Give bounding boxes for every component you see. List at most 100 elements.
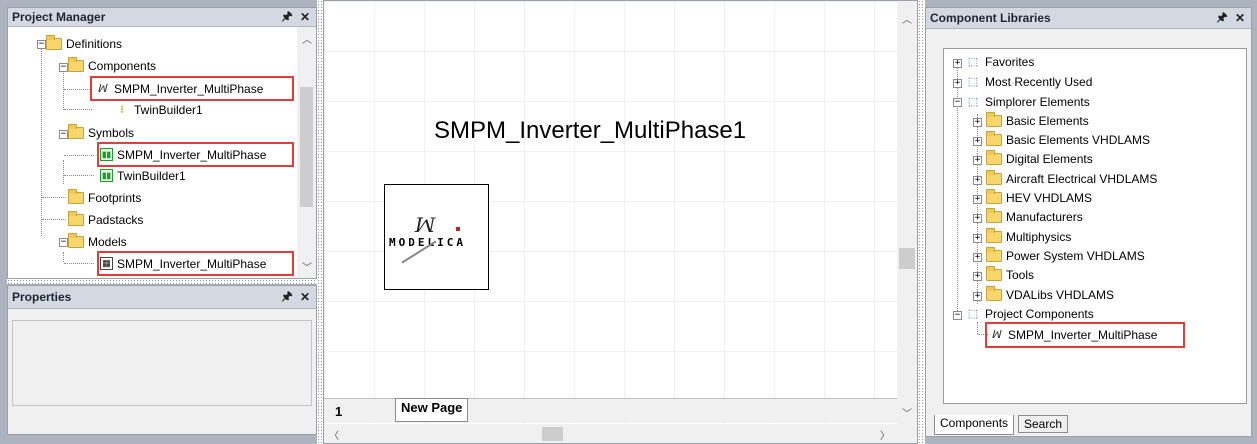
splitter[interactable] (7, 279, 317, 284)
library-item-simplorer[interactable]: ⬚ Simplorer Elements (965, 92, 1090, 111)
library-item-multiphysics[interactable]: Multiphysics (986, 227, 1071, 246)
pin-icon[interactable]: 🖈︎ (1215, 8, 1229, 29)
component-libraries-titlebar: Component Libraries 🖈︎ ✕ (926, 8, 1251, 29)
project-manager-panel: Project Manager 🖈︎ ✕ − Definitions − Com… (7, 7, 317, 279)
expand-favorites-toggle[interactable]: + (953, 59, 962, 68)
properties-panel: Properties 🖈︎ ✕ (7, 285, 317, 435)
close-icon[interactable]: ✕ (1233, 11, 1247, 25)
project-manager-titlebar: Project Manager 🖈︎ ✕ (8, 8, 316, 27)
folder-icon (986, 285, 1002, 301)
collapse-models-toggle[interactable]: − (59, 238, 68, 247)
page-number: 1 (335, 404, 343, 419)
splitter[interactable] (918, 0, 925, 444)
scroll-thumb[interactable] (300, 87, 313, 207)
tree-item-label: Models (88, 234, 127, 249)
scroll-right-icon[interactable]: 〉 (877, 427, 893, 442)
library-item-tools[interactable]: Tools (986, 265, 1034, 284)
tab-components[interactable]: Components (934, 415, 1015, 435)
library-item-basic[interactable]: Basic Elements (986, 111, 1089, 130)
canvas-vertical-scrollbar[interactable]: ︿ ﹀ (897, 1, 917, 425)
scroll-left-icon[interactable]: 〈 (326, 427, 342, 442)
highlight-box (97, 251, 294, 276)
pin-icon[interactable]: 🖈︎ (280, 287, 294, 308)
library-item-manufacturers[interactable]: Manufacturers (986, 207, 1083, 226)
scroll-thumb[interactable] (542, 427, 563, 441)
highlight-box (90, 76, 294, 101)
properties-content (12, 320, 312, 406)
expand-vdalibs-toggle[interactable]: + (973, 292, 982, 301)
folder-icon (986, 130, 1002, 146)
collapse-definitions-toggle[interactable]: − (37, 40, 46, 49)
tree-item-symbol-twinbuilder[interactable]: ▮▮ TwinBuilder1 (100, 166, 186, 185)
scroll-down-icon[interactable]: ﹀ (299, 259, 315, 274)
tree-item-symbols[interactable]: Symbols (68, 123, 134, 142)
collapse-components-toggle[interactable]: − (59, 63, 68, 72)
tree-item-label: Power System VHDLAMS (1006, 248, 1145, 263)
collapse-symbols-toggle[interactable]: − (59, 130, 68, 139)
vertical-scrollbar[interactable]: ︿ ﹀ (297, 27, 316, 278)
schematic-canvas[interactable]: SMPM_Inverter_MultiPhase1 ꟽ MODELICA ︿ ﹀… (323, 0, 918, 444)
properties-titlebar: Properties 🖈︎ ✕ (8, 286, 316, 309)
expand-recent-toggle[interactable]: + (953, 79, 962, 88)
folder-icon (986, 169, 1002, 185)
tree-item-footprints[interactable]: Footprints (68, 188, 141, 207)
tree-item-components[interactable]: Components (68, 56, 156, 75)
tree-item-label: Most Recently Used (985, 74, 1093, 89)
new-page-tab[interactable]: New Page (395, 398, 469, 422)
canvas-horizontal-scrollbar[interactable]: 〈 〉 (324, 424, 917, 443)
close-icon[interactable]: ✕ (298, 290, 312, 304)
tab-search[interactable]: Search (1018, 415, 1069, 433)
library-item-recent[interactable]: ⬚ Most Recently Used (965, 72, 1093, 91)
scroll-up-icon[interactable]: ︿ (899, 11, 915, 26)
collapse-project-components-toggle[interactable]: − (953, 311, 962, 320)
tree-item-padstacks[interactable]: Padstacks (68, 210, 143, 229)
folder-icon (986, 265, 1002, 281)
expand-basic-vhdl-toggle[interactable]: + (973, 137, 982, 146)
tree-item-label: Project Components (985, 306, 1094, 321)
scroll-down-icon[interactable]: ﹀ (899, 405, 915, 420)
tree-item-label: Simplorer Elements (985, 94, 1090, 109)
modelica-block[interactable]: ꟽ MODELICA (384, 184, 489, 290)
scroll-thumb[interactable] (899, 248, 915, 269)
tree-item-label: Favorites (985, 54, 1035, 69)
expand-power-toggle[interactable]: + (973, 253, 982, 262)
twinbuilder-icon: ⁝ (120, 103, 124, 116)
tree-item-label: Definitions (66, 36, 123, 51)
folder-icon (46, 34, 62, 50)
library-item-favorites[interactable]: ⬚ Favorites (965, 52, 1035, 71)
folder-icon (68, 123, 84, 139)
expand-multiphysics-toggle[interactable]: + (973, 234, 982, 243)
folder-icon (986, 227, 1002, 243)
library-icon: ⬚ (967, 307, 979, 320)
expand-manufacturers-toggle[interactable]: + (973, 214, 982, 223)
tree-item-definitions[interactable]: Definitions (46, 34, 122, 53)
folder-icon (986, 246, 1002, 262)
library-item-basic-vhdlams[interactable]: Basic Elements VHDLAMS (986, 130, 1150, 149)
tree-item-label: Symbols (88, 125, 135, 140)
highlight-box (985, 322, 1185, 348)
expand-aircraft-toggle[interactable]: + (973, 176, 982, 185)
library-item-vdalibs[interactable]: VDALibs VHDLAMS (986, 285, 1114, 304)
tree-line (977, 322, 978, 334)
library-item-digital[interactable]: Digital Elements (986, 149, 1093, 168)
close-icon[interactable]: ✕ (298, 10, 312, 24)
project-manager-title: Project Manager (12, 10, 106, 24)
library-item-power-system[interactable]: Power System VHDLAMS (986, 246, 1145, 265)
folder-icon (68, 232, 84, 248)
library-item-aircraft[interactable]: Aircraft Electrical VHDLAMS (986, 169, 1157, 188)
expand-digital-toggle[interactable]: + (973, 156, 982, 165)
modelica-logo-dot (456, 227, 460, 231)
pin-icon[interactable]: 🖈︎ (280, 8, 294, 28)
expand-tools-toggle[interactable]: + (973, 272, 982, 281)
folder-icon (986, 207, 1002, 223)
expand-basic-toggle[interactable]: + (973, 118, 982, 127)
library-item-project-components[interactable]: ⬚ Project Components (965, 304, 1094, 323)
tree-item-label: VDALibs VHDLAMS (1006, 287, 1115, 302)
tree-item-component-twinbuilder[interactable]: ⁝ TwinBuilder1 (114, 100, 202, 119)
tree-item-models[interactable]: Models (68, 232, 127, 251)
scroll-up-icon[interactable]: ︿ (299, 31, 315, 46)
expand-hev-toggle[interactable]: + (973, 195, 982, 204)
collapse-simplorer-toggle[interactable]: − (953, 98, 962, 107)
library-item-hev[interactable]: HEV VHDLAMS (986, 188, 1092, 207)
library-icon: ⬚ (967, 75, 979, 88)
